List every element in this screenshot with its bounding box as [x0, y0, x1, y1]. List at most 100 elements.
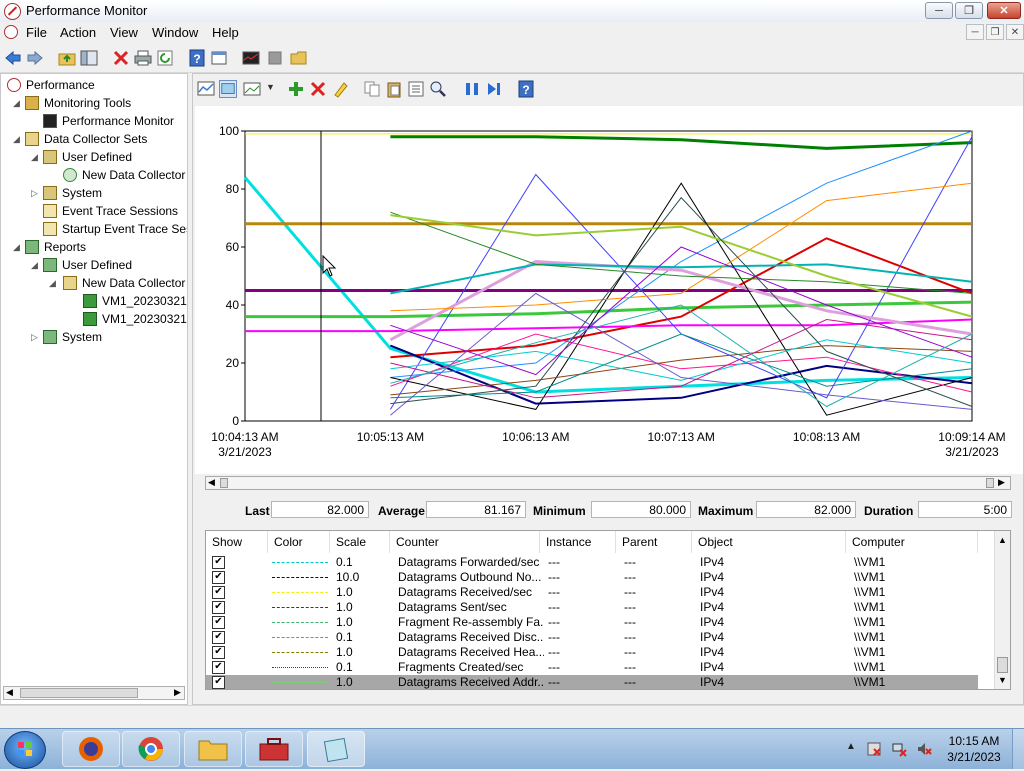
- show-checkbox[interactable]: ✔: [212, 646, 225, 659]
- tree-item-reports-system[interactable]: System: [43, 328, 102, 346]
- show-checkbox[interactable]: ✔: [212, 631, 225, 644]
- help-icon[interactable]: ?: [517, 80, 535, 98]
- start-button[interactable]: [4, 731, 46, 769]
- column-header-show[interactable]: Show: [206, 531, 268, 553]
- collapse-arrow-icon[interactable]: ◢: [13, 134, 21, 144]
- tree-item-monitoring-tools[interactable]: Monitoring Tools: [25, 94, 131, 112]
- up-folder-icon[interactable]: [58, 49, 76, 67]
- taskbar-firefox[interactable]: [62, 731, 120, 767]
- column-header-computer[interactable]: Computer: [846, 531, 978, 553]
- tree-horizontal-scrollbar[interactable]: ◀ ▶: [3, 686, 185, 700]
- show-checkbox[interactable]: ✔: [212, 616, 225, 629]
- show-checkbox[interactable]: ✔: [212, 586, 225, 599]
- show-checkbox[interactable]: ✔: [212, 661, 225, 674]
- column-header-scale[interactable]: Scale: [330, 531, 390, 553]
- taskbar-chrome[interactable]: [122, 731, 180, 767]
- scroll-left-arrow-icon[interactable]: ◀: [6, 687, 13, 698]
- child-restore-button[interactable]: ❐: [986, 24, 1004, 40]
- delete-counter-icon[interactable]: [309, 80, 327, 98]
- close-button[interactable]: ✕: [987, 2, 1021, 19]
- stop-icon[interactable]: [266, 49, 284, 67]
- menu-action[interactable]: Action: [60, 25, 96, 40]
- show-checkbox[interactable]: ✔: [212, 676, 225, 689]
- menu-window[interactable]: Window: [152, 25, 198, 40]
- time-range-end-handle[interactable]: [986, 478, 994, 488]
- system-menu-icon[interactable]: [4, 25, 18, 39]
- legend-row[interactable]: ✔ 1.0 Datagrams Received/sec --- --- IPv4 \\VM…: [206, 585, 978, 600]
- column-header-color[interactable]: Color: [268, 531, 330, 553]
- menu-help[interactable]: Help: [212, 25, 239, 40]
- expand-arrow-icon[interactable]: ▷: [31, 188, 39, 198]
- taskbar-control-panel[interactable]: [245, 731, 303, 767]
- tree-item-reports-user-defined[interactable]: User Defined: [43, 256, 132, 274]
- column-header-parent[interactable]: Parent: [616, 531, 692, 553]
- show-checkbox[interactable]: ✔: [212, 556, 225, 569]
- tree-item-report-vm1-1[interactable]: VM1_20230321-(: [83, 292, 187, 310]
- collapse-arrow-icon[interactable]: ◢: [31, 152, 39, 162]
- clock-time[interactable]: 10:15 AM: [946, 734, 1002, 748]
- legend-row[interactable]: ✔ 0.1 Fragments Created/sec --- --- IPv4 \\VM1: [206, 660, 978, 675]
- add-counter-icon[interactable]: [287, 80, 305, 98]
- help-icon[interactable]: ?: [188, 49, 206, 67]
- tree-item-system[interactable]: System: [43, 184, 102, 202]
- highlight-icon[interactable]: [331, 80, 349, 98]
- collapse-arrow-icon[interactable]: ◢: [49, 278, 57, 288]
- tree-scroll-thumb[interactable]: [20, 688, 138, 698]
- time-scrollbar[interactable]: ◀ ▶: [205, 476, 1011, 490]
- expand-arrow-icon[interactable]: ▷: [31, 332, 39, 342]
- scroll-left-arrow-icon[interactable]: ◀: [208, 477, 215, 488]
- show-hide-tree-icon[interactable]: [80, 49, 98, 67]
- collapse-arrow-icon[interactable]: ◢: [31, 260, 39, 270]
- tree-item-reports[interactable]: Reports: [25, 238, 86, 256]
- child-close-button[interactable]: ✕: [1006, 24, 1024, 40]
- pause-icon[interactable]: [463, 80, 481, 98]
- properties-icon[interactable]: [210, 49, 228, 67]
- forward-arrow-icon[interactable]: [26, 49, 44, 67]
- tree-item-report-vm1-2[interactable]: VM1_20230321-(: [83, 310, 187, 328]
- show-checkbox[interactable]: ✔: [212, 601, 225, 614]
- show-checkbox[interactable]: ✔: [212, 571, 225, 584]
- menu-view[interactable]: View: [110, 25, 138, 40]
- column-header-object[interactable]: Object: [692, 531, 846, 553]
- scroll-right-arrow-icon[interactable]: ▶: [998, 477, 1005, 488]
- child-minimize-button[interactable]: ─: [966, 24, 984, 40]
- change-graph-type-icon[interactable]: [243, 80, 261, 98]
- print-icon[interactable]: [134, 49, 152, 67]
- maximize-button[interactable]: ❐: [955, 2, 983, 19]
- performance-chart[interactable]: 100 80 60 40 20 0 10:04:13 AM 3/21/2023 10:05:13…: [195, 106, 1023, 474]
- clock-date[interactable]: 3/21/2023: [944, 750, 1004, 764]
- scroll-down-arrow-icon[interactable]: ▼: [998, 675, 1007, 685]
- legend-row[interactable]: ✔ 0.1 Datagrams Received Disc... --- --- IPv4…: [206, 630, 978, 645]
- action-center-icon[interactable]: [866, 741, 882, 757]
- show-desktop-button[interactable]: [1012, 729, 1024, 769]
- minimize-button[interactable]: ─: [925, 2, 953, 19]
- graph-type-dropdown-arrow-icon[interactable]: ▼: [266, 82, 275, 92]
- collapse-arrow-icon[interactable]: ◢: [13, 98, 21, 108]
- legend-row[interactable]: ✔ 10.0 Datagrams Outbound No... --- --- IPv4 \…: [206, 570, 978, 585]
- back-arrow-icon[interactable]: [4, 49, 22, 67]
- zoom-icon[interactable]: [429, 80, 447, 98]
- legend-row[interactable]: ✔ 0.1 Datagrams Forwarded/sec --- --- IPv4 \\V…: [206, 555, 978, 570]
- scroll-right-arrow-icon[interactable]: ▶: [174, 687, 181, 698]
- legend-scroll-thumb[interactable]: [997, 657, 1008, 673]
- tree-item-performance[interactable]: Performance: [7, 76, 95, 94]
- view-log-data-icon[interactable]: [219, 80, 237, 98]
- tree-item-reports-new-data-collector[interactable]: New Data Collector: [63, 274, 185, 292]
- legend-row[interactable]: ✔ 1.0 Datagrams Received Addr... --- --- IPv4…: [206, 675, 978, 689]
- tree-item-new-data-collector[interactable]: New Data Collector: [63, 166, 185, 184]
- view-current-activity-icon[interactable]: [197, 80, 215, 98]
- legend-row[interactable]: ✔ 1.0 Fragment Re-assembly Fa... --- --- IPv4…: [206, 615, 978, 630]
- scroll-up-arrow-icon[interactable]: ▲: [998, 535, 1007, 545]
- taskbar-file-explorer[interactable]: [184, 731, 242, 767]
- folder-icon[interactable]: [290, 49, 308, 67]
- tree-item-startup-event-trace-sessions[interactable]: Startup Event Trace Ses: [43, 220, 187, 238]
- column-header-counter[interactable]: Counter: [390, 531, 540, 553]
- time-range-start-handle[interactable]: [220, 478, 228, 488]
- menu-file[interactable]: File: [26, 25, 47, 40]
- column-header-instance[interactable]: Instance: [540, 531, 616, 553]
- paste-counter-list-icon[interactable]: [385, 80, 403, 98]
- legend-row[interactable]: ✔ 1.0 Datagrams Sent/sec --- --- IPv4 \\VM1: [206, 600, 978, 615]
- properties-icon[interactable]: [407, 80, 425, 98]
- taskbar-performance-monitor[interactable]: [307, 731, 365, 767]
- show-hidden-icons-arrow-icon[interactable]: ▲: [846, 741, 856, 752]
